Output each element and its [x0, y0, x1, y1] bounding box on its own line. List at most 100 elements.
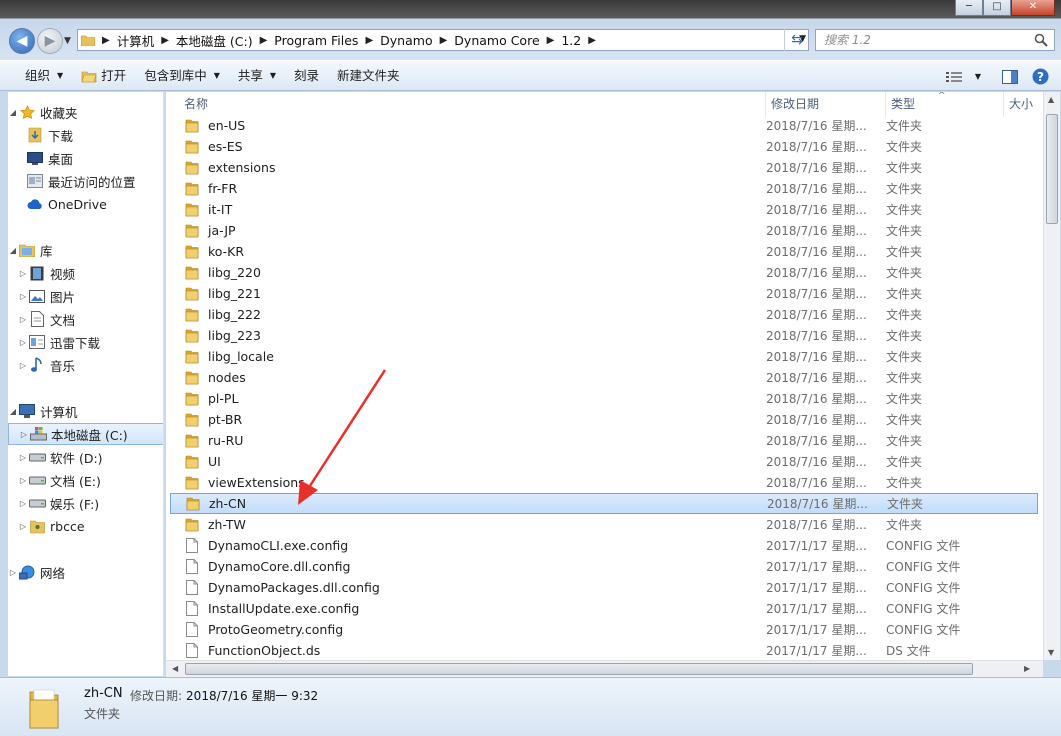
file-row[interactable]: libg_223 2018/7/16 星期... 文件夹 [170, 325, 1038, 346]
file-row[interactable]: zh-CN 2018/7/16 星期... 文件夹 [170, 493, 1038, 514]
chevron-right-icon[interactable]: ▶ [98, 35, 114, 46]
file-row[interactable]: extensions 2018/7/16 星期... 文件夹 [170, 157, 1038, 178]
collapsed-arrow-icon[interactable]: ▷ [18, 315, 28, 324]
file-row[interactable]: libg_locale 2018/7/16 星期... 文件夹 [170, 346, 1038, 367]
breadcrumb-dynamo-core[interactable]: Dynamo Core [451, 33, 542, 48]
nav-drive-c[interactable]: ▷ 本地磁盘 (C:) [8, 423, 163, 445]
nav-pictures[interactable]: ▷ 图片 [8, 285, 163, 307]
nav-onedrive[interactable]: OneDrive [8, 193, 163, 215]
nav-favorites[interactable]: ◢ 收藏夹 [8, 101, 163, 123]
chevron-right-icon[interactable]: ▶ [157, 35, 173, 46]
open-button[interactable]: 打开 [72, 60, 135, 91]
expand-icon[interactable]: ◢ [8, 108, 18, 117]
file-row[interactable]: libg_222 2018/7/16 星期... 文件夹 [170, 304, 1038, 325]
nav-desktop[interactable]: 桌面 [8, 147, 163, 169]
file-row[interactable]: fr-FR 2018/7/16 星期... 文件夹 [170, 178, 1038, 199]
file-row[interactable]: zh-TW 2018/7/16 星期... 文件夹 [170, 514, 1038, 535]
file-row[interactable]: DynamoCLI.exe.config 2017/1/17 星期... CONFI… [170, 535, 1038, 556]
nav-downloads[interactable]: 下载 [8, 124, 163, 146]
new-folder-button[interactable]: 新建文件夹 [328, 60, 409, 91]
expand-icon[interactable]: ◢ [8, 246, 18, 255]
nav-drive-f[interactable]: ▷ 娱乐 (F:) [8, 492, 163, 514]
nav-documents[interactable]: ▷ 文档 [8, 308, 163, 330]
collapsed-arrow-icon[interactable]: ▷ [19, 430, 29, 439]
breadcrumb-dynamo[interactable]: Dynamo [377, 33, 435, 48]
nav-libraries[interactable]: ◢ 库 [8, 239, 163, 261]
help-button[interactable]: ? [1025, 61, 1055, 92]
share-menu[interactable]: 共享 ▼ [229, 60, 285, 91]
collapsed-arrow-icon[interactable]: ▷ [18, 361, 28, 370]
chevron-right-icon[interactable]: ▶ [584, 35, 600, 46]
nav-computer[interactable]: ◢ 计算机 [8, 400, 163, 422]
nav-music[interactable]: ▷ 音乐 [8, 354, 163, 376]
horizontal-scrollbar[interactable]: ◀ ▶ [166, 660, 1043, 677]
column-header-name[interactable]: 名称 [166, 92, 766, 117]
preview-pane-button[interactable] [995, 61, 1025, 92]
refresh-button[interactable]: ⇆ [784, 29, 809, 51]
file-row[interactable]: DynamoCore.dll.config 2017/1/17 星期... CONF… [170, 556, 1038, 577]
collapsed-arrow-icon[interactable]: ▷ [18, 292, 28, 301]
column-header-size[interactable]: 大小 [1004, 92, 1043, 117]
nav-network[interactable]: ▷ 网络 [8, 561, 163, 583]
column-header-modified[interactable]: 修改日期 [766, 92, 886, 117]
file-row[interactable]: it-IT 2018/7/16 星期... 文件夹 [170, 199, 1038, 220]
collapsed-arrow-icon[interactable]: ▷ [18, 269, 28, 278]
file-row[interactable]: pt-BR 2018/7/16 星期... 文件夹 [170, 409, 1038, 430]
file-row[interactable]: ko-KR 2018/7/16 星期... 文件夹 [170, 241, 1038, 262]
chevron-right-icon[interactable]: ▶ [361, 35, 377, 46]
breadcrumb-version[interactable]: 1.2 [558, 33, 584, 48]
address-bar[interactable]: ▶ 计算机 ▶ 本地磁盘 (C:) ▶ Program Files ▶ Dyna… [77, 29, 809, 51]
collapsed-arrow-icon[interactable]: ▷ [18, 453, 28, 462]
minimize-button[interactable]: ─ [955, 0, 983, 16]
search-input[interactable]: 搜索 1.2 [815, 29, 1055, 51]
close-button[interactable]: ✕ [1011, 0, 1055, 16]
collapsed-arrow-icon[interactable]: ▷ [18, 499, 28, 508]
breadcrumb-computer[interactable]: 计算机 [114, 31, 158, 50]
nav-recent-places[interactable]: 最近访问的位置 [8, 170, 163, 192]
view-options-button[interactable] [939, 61, 969, 92]
chevron-right-icon[interactable]: ▶ [543, 35, 559, 46]
scroll-down-icon[interactable]: ▼ [1048, 648, 1054, 657]
view-dropdown-icon[interactable]: ▼ [969, 61, 987, 92]
scroll-right-icon[interactable]: ▶ [1024, 664, 1030, 673]
nav-drive-e[interactable]: ▷ 文档 (E:) [8, 469, 163, 491]
file-row[interactable]: ru-RU 2018/7/16 星期... 文件夹 [170, 430, 1038, 451]
file-row[interactable]: UI 2018/7/16 星期... 文件夹 [170, 451, 1038, 472]
collapsed-arrow-icon[interactable]: ▷ [8, 568, 18, 577]
nav-videos[interactable]: ▷ 视频 [8, 262, 163, 284]
nav-rbcce[interactable]: ▷ rbcce [8, 515, 163, 537]
scroll-left-icon[interactable]: ◀ [172, 664, 178, 673]
nav-thunder-downloads[interactable]: ▷ 迅雷下载 [8, 331, 163, 353]
collapsed-arrow-icon[interactable]: ▷ [18, 476, 28, 485]
breadcrumb-program-files[interactable]: Program Files [271, 33, 361, 48]
file-row[interactable]: FunctionObject.ds 2017/1/17 星期... DS 文件 [170, 640, 1038, 660]
organize-menu[interactable]: 组织 ▼ [16, 60, 72, 91]
file-row[interactable]: pl-PL 2018/7/16 星期... 文件夹 [170, 388, 1038, 409]
nav-drive-d[interactable]: ▷ 软件 (D:) [8, 446, 163, 468]
file-row[interactable]: nodes 2018/7/16 星期... 文件夹 [170, 367, 1038, 388]
file-row[interactable]: ProtoGeometry.config 2017/1/17 星期... CONFI… [170, 619, 1038, 640]
forward-button[interactable]: ▶ [37, 28, 63, 54]
breadcrumb-drive-c[interactable]: 本地磁盘 (C:) [173, 31, 256, 50]
vertical-scroll-thumb[interactable] [1046, 114, 1058, 224]
expand-icon[interactable]: ◢ [8, 407, 18, 416]
maximize-button[interactable]: □ [983, 0, 1011, 16]
file-row[interactable]: InstallUpdate.exe.config 2017/1/17 星期... C… [170, 598, 1038, 619]
scroll-up-icon[interactable]: ▲ [1048, 95, 1054, 104]
file-row[interactable]: libg_220 2018/7/16 星期... 文件夹 [170, 262, 1038, 283]
file-row[interactable]: libg_221 2018/7/16 星期... 文件夹 [170, 283, 1038, 304]
file-row[interactable]: en-US 2018/7/16 星期... 文件夹 [170, 115, 1038, 136]
include-in-library-menu[interactable]: 包含到库中 ▼ [135, 60, 229, 91]
vertical-scrollbar[interactable]: ▲ ▼ [1043, 92, 1060, 660]
collapsed-arrow-icon[interactable]: ▷ [18, 522, 28, 531]
chevron-right-icon[interactable]: ▶ [256, 35, 272, 46]
file-row[interactable]: es-ES 2018/7/16 星期... 文件夹 [170, 136, 1038, 157]
burn-button[interactable]: 刻录 [285, 60, 328, 91]
file-row[interactable]: viewExtensions 2018/7/16 星期... 文件夹 [170, 472, 1038, 493]
collapsed-arrow-icon[interactable]: ▷ [18, 338, 28, 347]
column-header-type[interactable]: ^ 类型 [886, 92, 1004, 117]
chevron-right-icon[interactable]: ▶ [436, 35, 452, 46]
recent-pages-dropdown[interactable]: ▼ [64, 36, 71, 46]
file-row[interactable]: ja-JP 2018/7/16 星期... 文件夹 [170, 220, 1038, 241]
back-button[interactable]: ◀ [9, 28, 35, 54]
